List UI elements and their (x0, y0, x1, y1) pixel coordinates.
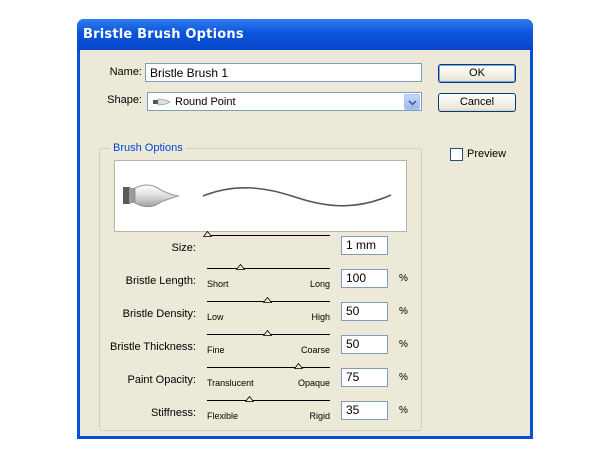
unit-label: % (399, 273, 408, 284)
dialog-body: Name: Bristle Brush 1 Shape: Round Point… (80, 50, 530, 436)
window-title: Bristle Brush Options (83, 27, 244, 42)
slider-track[interactable] (207, 400, 330, 401)
cancel-button[interactable]: Cancel (438, 93, 516, 112)
slider-value-input[interactable]: 50 (341, 335, 388, 354)
preview-label: Preview (467, 148, 507, 160)
brush-preview (114, 160, 407, 232)
slider-track[interactable] (207, 235, 330, 236)
name-label: Name: (109, 66, 142, 78)
slider-max-label: High (311, 312, 330, 322)
ok-button[interactable]: OK (438, 64, 516, 83)
name-input[interactable]: Bristle Brush 1 (145, 63, 422, 82)
dropdown-button[interactable] (404, 94, 420, 110)
slider-value-input[interactable]: 100 (341, 269, 388, 288)
preview-checkbox[interactable] (450, 148, 463, 161)
slider-value-input[interactable]: 50 (341, 302, 388, 321)
slider-label: Bristle Length: (125, 275, 196, 287)
stroke-sample (202, 187, 392, 207)
slider-min-label: Short (207, 279, 229, 289)
slider-min-label: Low (207, 312, 224, 322)
unit-label: % (399, 405, 408, 416)
slider-label: Stiffness: (150, 407, 196, 419)
slider-label: Bristle Thickness: (110, 341, 196, 353)
shape-select[interactable]: Round Point (147, 92, 422, 111)
slider-max-label: Rigid (309, 411, 330, 421)
unit-label: % (399, 306, 408, 317)
round-point-brush-icon (153, 98, 171, 106)
brush-options-title: Brush Options (110, 142, 186, 154)
bristle-brush-options-dialog: Bristle Brush Options Name: Bristle Brus… (77, 19, 533, 439)
slider-thumb[interactable] (203, 231, 212, 237)
unit-label: % (399, 339, 408, 350)
slider-value-input[interactable]: 75 (341, 368, 388, 387)
slider-thumb[interactable] (244, 396, 254, 402)
round-point-brush-icon (123, 184, 180, 208)
slider-label: Bristle Density: (122, 308, 196, 320)
slider-value-input[interactable]: 1 mm (341, 236, 388, 255)
slider-min-label: Flexible (207, 411, 239, 421)
chevron-down-icon (408, 100, 417, 106)
slider-max-label: Opaque (297, 378, 330, 388)
slider-thumb[interactable] (236, 264, 246, 270)
slider-max-label: Coarse (300, 345, 330, 355)
slider-track[interactable] (207, 268, 330, 269)
slider-thumb[interactable] (263, 330, 273, 336)
shape-select-value: Round Point (175, 96, 236, 108)
slider-track[interactable] (207, 367, 330, 368)
slider-min-label: Fine (207, 345, 225, 355)
shape-label: Shape: (107, 94, 142, 106)
unit-label: % (399, 372, 408, 383)
slider-thumb[interactable] (263, 297, 273, 303)
slider-max-label: Long (309, 279, 330, 289)
slider-thumb[interactable] (294, 363, 304, 369)
slider-value-input[interactable]: 35 (341, 401, 388, 420)
title-bar[interactable]: Bristle Brush Options (77, 19, 533, 50)
slider-label: Size: (171, 242, 196, 254)
slider-min-label: Translucent (207, 378, 254, 388)
brush-stroke-preview (123, 184, 392, 208)
slider-label: Paint Opacity: (127, 374, 196, 386)
